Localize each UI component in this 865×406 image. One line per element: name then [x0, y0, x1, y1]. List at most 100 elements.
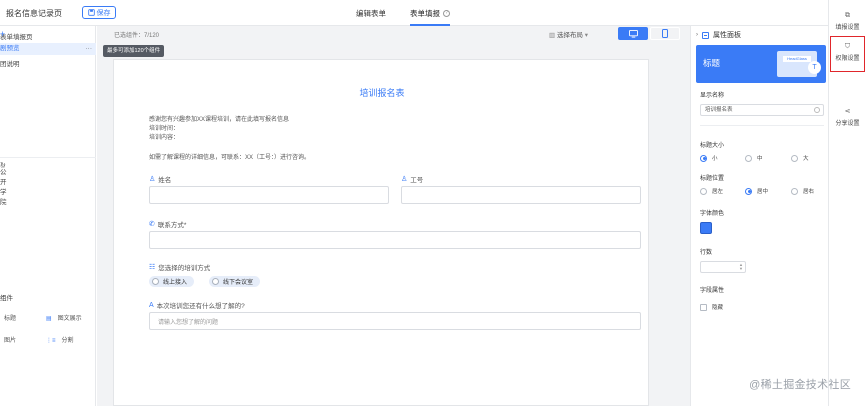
view-mode-toggle	[618, 27, 680, 40]
questions-input[interactable]: 请输入您想了解的问题	[149, 312, 641, 330]
radio-option-online[interactable]: 线上接入	[149, 276, 195, 287]
component-title[interactable]: 标题	[4, 313, 16, 322]
form-title[interactable]: 培训报名表	[114, 86, 650, 99]
radio-circle	[791, 187, 798, 195]
more-icon[interactable]: ···	[86, 43, 93, 55]
tab-edit-form[interactable]: 编辑表单	[356, 0, 386, 26]
phone-icon	[662, 29, 668, 38]
contact-field-label: ✆ 联系方式*	[149, 219, 186, 229]
refresh-icon[interactable]: ↻	[0, 161, 91, 169]
radio-label: 小	[712, 156, 718, 162]
title-size-label: 标题大小	[700, 143, 725, 149]
radio-list-icon: ☷	[149, 264, 156, 271]
settings-section: 公开学院 ⊙ ↻	[0, 157, 96, 206]
component-limit-tooltip: 最多可添加120个组件	[103, 45, 165, 57]
name-input[interactable]	[149, 186, 389, 204]
page-item-preview[interactable]: 剧预览 ···	[0, 43, 96, 55]
title-position-right[interactable]: 居右	[791, 187, 814, 195]
layout-icon: ▥	[549, 32, 556, 39]
radio-circle	[745, 187, 752, 195]
property-panel-title: 属性面板	[713, 32, 741, 39]
layout-select[interactable]: ▥ 选择布局 ▾	[549, 29, 588, 39]
add-page-icon[interactable]: +	[0, 29, 90, 39]
component-rich-text[interactable]: ▤ 图文展示	[46, 313, 82, 322]
chevron-down-icon: ▾	[584, 32, 589, 39]
title-position-left[interactable]: 居左	[700, 187, 723, 195]
title-position-label: 标题位置	[700, 176, 725, 182]
contact-input[interactable]	[149, 231, 641, 249]
radio-label: 居右	[803, 189, 815, 195]
component-row: 图片 ⋮≡ 分割	[0, 333, 96, 345]
display-name-input[interactable]: 培训报名表	[700, 104, 824, 116]
component-divider[interactable]: ⋮≡ 分割	[46, 335, 74, 344]
display-name-value: 培训报名表	[705, 107, 733, 113]
employee-id-input[interactable]	[401, 186, 641, 204]
monitor-icon	[628, 29, 638, 38]
radio-circle	[791, 154, 798, 162]
font-color-label: 字体颜色	[700, 211, 725, 217]
form-canvas: 已选组件：7/120 ▥ 选择布局 ▾ 最多可添加120个组件 培训报名表 感谢…	[97, 26, 690, 406]
radio-label: 大	[803, 156, 809, 162]
component-label: 图片	[4, 338, 17, 344]
radio-label: 居中	[757, 189, 769, 195]
hide-checkbox[interactable]: 隐藏	[700, 303, 723, 311]
rows-number-input[interactable]: ▲ ▼	[700, 261, 746, 273]
save-icon	[87, 9, 95, 16]
rich-text-icon: ▤	[46, 316, 52, 322]
form-settings-icon: ⧉	[845, 12, 850, 19]
title-size-medium[interactable]: 中	[745, 154, 763, 162]
form-description[interactable]: 感谢您有兴趣参加XX课程培训，请在此填写报名信息 培训时间： 培训内容：	[149, 116, 289, 143]
stepper-icon[interactable]: ▲ ▼	[739, 263, 743, 271]
banner-card-text: HeadGlass	[783, 56, 811, 62]
clear-icon[interactable]	[814, 107, 820, 113]
component-image[interactable]: 图片	[4, 335, 16, 344]
component-count: 已选组件：7/120	[114, 33, 160, 39]
radio-option-label: 线上接入	[163, 280, 188, 286]
radio-option-label: 线下会议室	[223, 280, 254, 286]
radio-circle	[700, 154, 707, 162]
title-size-large[interactable]: 大	[791, 154, 809, 162]
radio-circle	[700, 187, 707, 195]
page-item-intro[interactable]: 团说明	[0, 59, 96, 71]
property-panel: › 属性面板 标题 HeadGlass T 显示名称 培训报名表 标题大小 小 …	[690, 26, 828, 406]
title-size-small[interactable]: 小	[700, 154, 718, 162]
desktop-view-button[interactable]	[618, 27, 648, 40]
mobile-view-button[interactable]	[650, 27, 680, 40]
radio-circle	[212, 278, 219, 285]
description-line: 培训时间：	[149, 126, 180, 132]
tab-form-fill[interactable]: 表单填报?	[410, 0, 450, 26]
questions-placeholder: 请输入您想了解的问题	[158, 319, 219, 326]
page-item-label: 剧预览	[0, 45, 20, 52]
phone-icon: ✆	[149, 221, 155, 228]
rail-share-settings[interactable]: ⋖ 分享设置	[830, 108, 865, 127]
help-icon[interactable]: ?	[443, 9, 450, 17]
title-position-center[interactable]: 居中	[745, 187, 768, 195]
save-button[interactable]: 保存	[82, 6, 116, 19]
top-bar: 报名信息记录页 保存 编辑表单 表单填报?	[0, 0, 828, 26]
banner-title: 标题	[703, 58, 721, 68]
radio-option-offline[interactable]: 线下会议室	[209, 276, 261, 287]
rail-permission-settings[interactable]: ⛉ 权限设置	[830, 36, 865, 72]
component-banner: 标题 HeadGlass T	[696, 45, 826, 83]
title-type-icon: T	[808, 61, 821, 74]
tab-edit-form-label: 编辑表单	[356, 8, 386, 18]
share-icon: ⋖	[844, 108, 851, 115]
field-label-text: 本次培训您还有什么想了解的?	[156, 303, 245, 310]
chevron-down-icon[interactable]: ⌄	[0, 291, 91, 299]
watermark: @稀土掘金技术社区	[749, 379, 851, 391]
collapse-icon[interactable]: ›	[696, 32, 698, 38]
canvas-toolbar: 已选组件：7/120 ▥ 选择布局 ▾	[97, 26, 690, 42]
training-mode-field-label: ☷ 您选择的培训方式	[149, 262, 210, 272]
component-label: 图文展示	[57, 316, 82, 322]
form-preview: 培训报名表 感谢您有兴趣参加XX课程培训，请在此填写报名信息 培训时间： 培训内…	[113, 59, 649, 406]
rail-form-settings[interactable]: ⧉ 填报设置	[830, 12, 865, 31]
layout-select-label: 选择布局	[556, 32, 583, 39]
field-label-text: 工号	[410, 177, 424, 184]
description-line: 感谢您有兴趣参加XX课程培训，请在此填写报名信息	[149, 117, 290, 123]
divider	[700, 125, 824, 126]
save-label: 保存	[96, 9, 111, 17]
left-panel-header: 表单填报页 +	[0, 29, 96, 41]
form-contact-line[interactable]: 如需了解课程的详细信息，可联系：XX（工号：）进行咨询。	[149, 152, 310, 161]
font-color-swatch[interactable]	[700, 222, 712, 234]
shield-icon: ⛉	[844, 43, 851, 50]
